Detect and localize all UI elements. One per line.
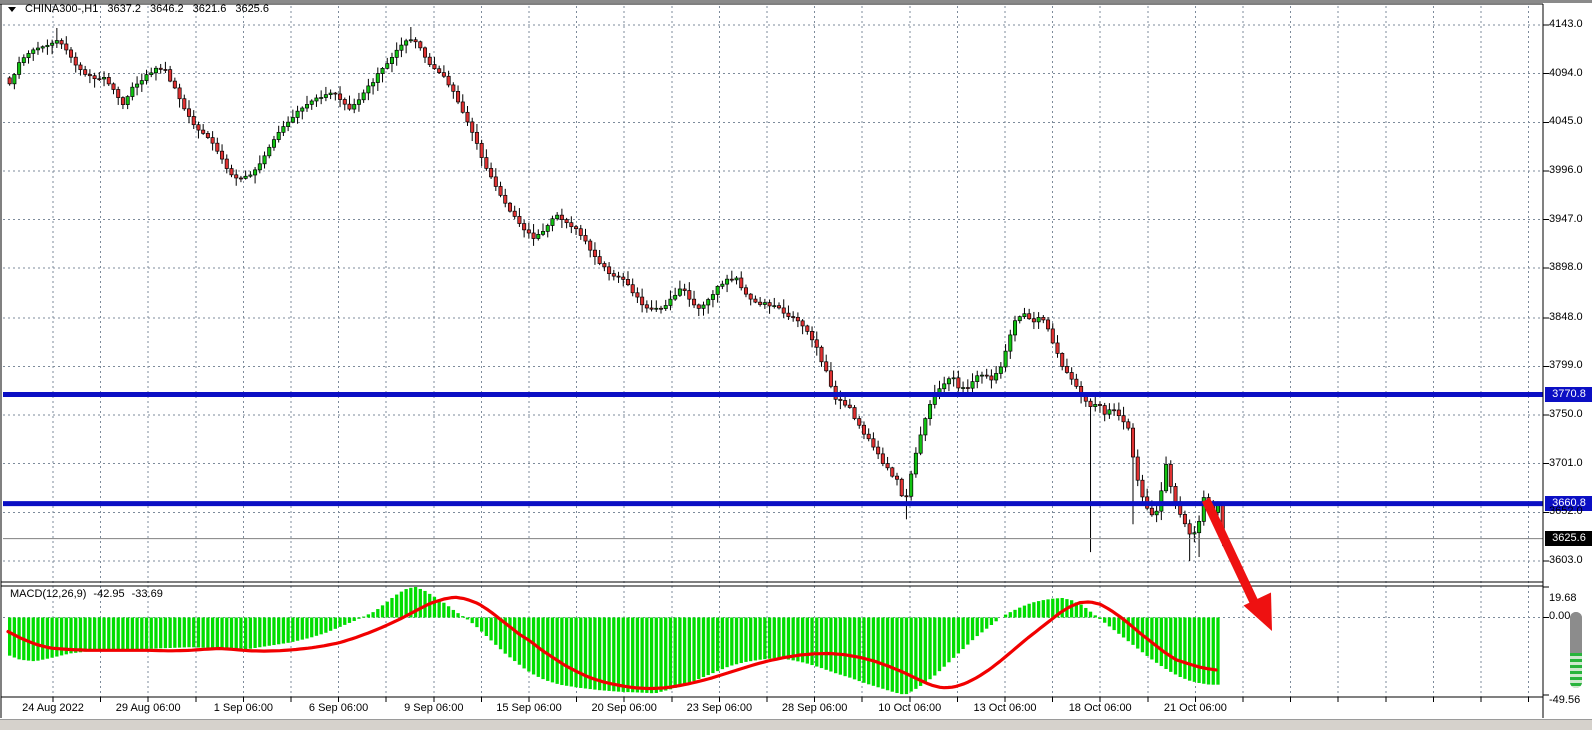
macd-axis-tick-high: 19.68 — [1549, 592, 1577, 604]
macd-value: -42.95 — [93, 588, 124, 600]
resistance-price-tag: 3770.8 — [1545, 387, 1592, 402]
quote-open: 3637.2 — [107, 3, 141, 15]
price-tick-label: 3947.0 — [1549, 213, 1583, 225]
gridlines — [3, 6, 1543, 697]
price-tick-label: 3701.0 — [1549, 457, 1583, 469]
macd-scrollbar[interactable] — [1570, 612, 1582, 688]
symbol-dropdown-icon[interactable] — [8, 7, 16, 12]
time-tick-label: 28 Sep 06:00 — [765, 702, 865, 714]
time-tick-label: 29 Aug 06:00 — [98, 702, 198, 714]
price-tick-label: 4045.0 — [1549, 115, 1583, 127]
price-tick-label: 4143.0 — [1549, 18, 1583, 30]
price-tick-label: 3652.0 — [1549, 505, 1583, 517]
window-bottom-edge — [0, 719, 1592, 730]
quote-close: 3625.6 — [235, 3, 269, 15]
axis-ticks — [53, 25, 1549, 702]
macd-histogram — [8, 587, 1220, 694]
time-tick-label: 9 Sep 06:00 — [384, 702, 484, 714]
scrollbar-thumb-top — [1570, 612, 1582, 653]
time-tick-label: 6 Sep 06:00 — [289, 702, 389, 714]
time-tick-label: 10 Oct 06:00 — [860, 702, 960, 714]
price-tick-label: 3799.0 — [1549, 359, 1583, 371]
quote-low: 3621.6 — [193, 3, 227, 15]
quote-high: 3646.2 — [150, 3, 184, 15]
price-tick-label: 3848.0 — [1549, 311, 1583, 323]
chart-canvas[interactable] — [0, 0, 1592, 730]
price-tick-label: 3898.0 — [1549, 261, 1583, 273]
current-price-tag: 3625.6 — [1545, 531, 1592, 546]
time-tick-label: 21 Oct 06:00 — [1145, 702, 1245, 714]
horizontal-levels[interactable] — [3, 394, 1543, 503]
macd-axis-tick-zero: 0.00 — [1549, 610, 1570, 622]
time-tick-label: 20 Sep 06:00 — [574, 702, 674, 714]
time-tick-label: 13 Oct 06:00 — [955, 702, 1055, 714]
price-tick-label: 3996.0 — [1549, 164, 1583, 176]
macd-signal-value: -33.69 — [132, 588, 163, 600]
scrollbar-thumb-stripes — [1570, 653, 1582, 688]
time-tick-label: 24 Aug 2022 — [3, 702, 103, 714]
time-tick-label: 15 Sep 06:00 — [479, 702, 579, 714]
candlestick-series — [8, 27, 1224, 561]
chart-frame — [0, 4, 1543, 718]
time-tick-label: 23 Sep 06:00 — [669, 702, 769, 714]
time-tick-label: 18 Oct 06:00 — [1050, 702, 1150, 714]
forecast-arrow[interactable] — [1206, 500, 1272, 631]
macd-axis-tick-low: -49.56 — [1549, 694, 1580, 706]
price-tick-label: 3603.0 — [1549, 554, 1583, 566]
trading-chart-window: CHINA300-,H1 3637.2 3646.2 3621.6 3625.6… — [0, 0, 1592, 730]
chart-title: CHINA300-,H1 3637.2 3646.2 3621.6 3625.6 — [8, 3, 269, 15]
macd-name: MACD(12,26,9) — [10, 588, 86, 600]
symbol-timeframe-label: CHINA300-,H1 — [25, 3, 98, 15]
price-tick-label: 4094.0 — [1549, 67, 1583, 79]
time-tick-label: 1 Sep 06:00 — [193, 702, 293, 714]
price-tick-label: 3750.0 — [1549, 408, 1583, 420]
macd-indicator-label: MACD(12,26,9) -42.95 -33.69 — [10, 588, 163, 600]
